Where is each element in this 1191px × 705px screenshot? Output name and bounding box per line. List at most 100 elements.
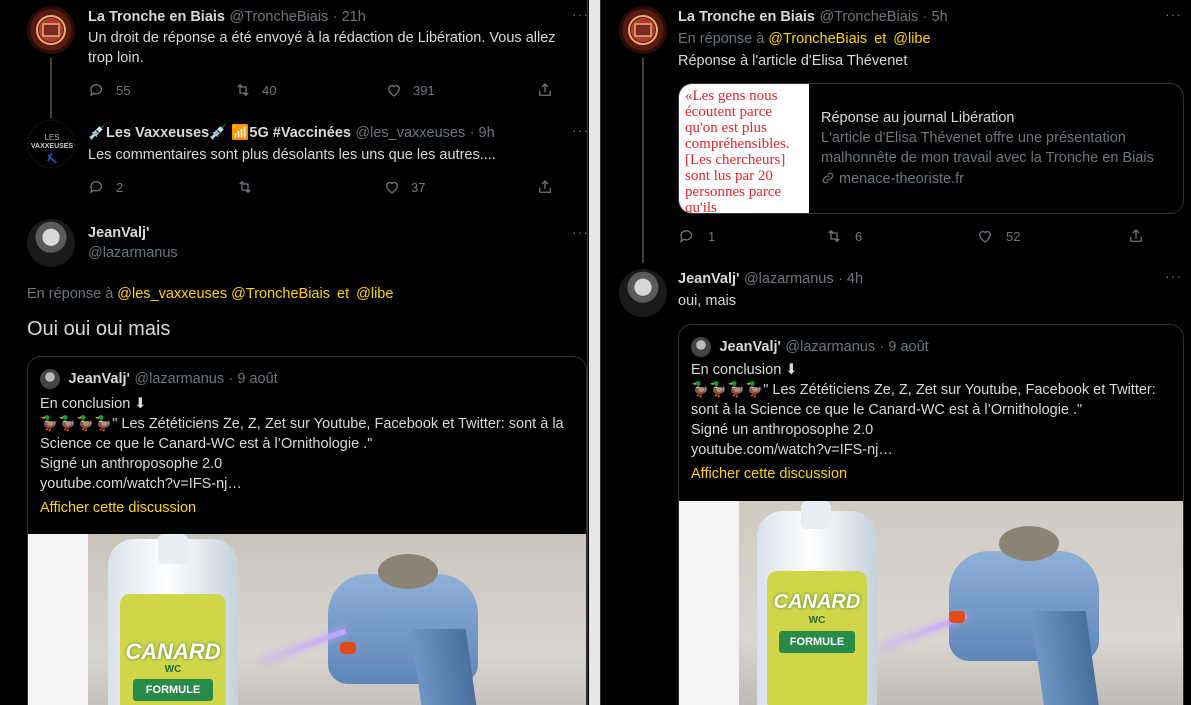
reply-count: 55 [116,82,131,98]
tweet-header: La Tronche en Biais @TroncheBiais · 5h [678,8,948,26]
retweet-icon [828,229,840,243]
quote-line-1: En conclusion ⬇ [40,396,147,412]
avatar-tronche-en-biais[interactable] [619,6,667,54]
reply-icon [89,84,103,97]
handle[interactable]: @TroncheBiais [229,9,328,25]
quote-display-name: JeanValj' [719,339,781,355]
tweet-text: Les commentaires sont plus désolants les… [88,147,496,163]
handle[interactable]: @TroncheBiais [819,9,918,25]
formula-label: FORMULE [133,679,213,701]
quote-video-thumbnail[interactable]: CANARD WC FORMULE [679,501,1183,705]
quote-handle: @lazarmanus [134,371,225,387]
mention-libe[interactable]: @libe [893,31,930,47]
link-card[interactable]: «Les gens nous écoutent parce qu'on est … [678,83,1184,214]
share-button[interactable] [536,178,554,196]
retweet-count: 6 [855,228,863,244]
tweet-text: oui, mais [678,293,737,309]
quote-video-thumbnail[interactable]: CANARD WC FORMULE [28,534,586,705]
timestamp[interactable]: · 5h [923,9,948,25]
reply-button[interactable]: 55 [88,81,218,99]
display-name[interactable]: La Tronche en Biais [88,9,225,25]
tweet-header: La Tronche en Biais @TroncheBiais · 21h [88,8,366,26]
tronche-logo-icon [628,15,658,45]
handle[interactable]: @lazarmanus [88,245,178,261]
timestamp[interactable]: · 4h [838,271,863,287]
more-options-icon[interactable]: ··· [1165,268,1182,284]
syringe-logo-icon [47,152,57,164]
reply-button[interactable]: 1 [678,227,809,245]
retweet-button[interactable]: 40 [234,81,369,99]
show-thread-link[interactable]: Afficher cette discussion [40,498,580,518]
card-description: L'article d'Elisa Thévenet offre une pré… [821,130,1154,166]
reply-button[interactable]: 2 [88,178,220,196]
reply-context: En réponse à @les_vaxxeuses @TroncheBiai… [27,286,393,302]
like-button[interactable]: 37 [383,178,520,196]
reply-icon [679,230,693,243]
like-button[interactable]: 52 [976,227,1111,245]
quoted-tweet[interactable]: JeanValj' @lazarmanus · 9 août En conclu… [27,356,587,705]
quote-line-2: 🦆🦆🦆🦆" Les Zététiciens Ze, Z, Zet sur You… [691,382,1156,418]
quote-line-3: Signé un anthroposophe 2.0 [40,456,223,472]
share-button[interactable] [536,81,554,99]
reply-and: et [874,31,887,47]
timestamp[interactable]: · 21h [333,9,366,25]
like-button[interactable]: 391 [385,81,520,99]
avatar-tronche-en-biais[interactable] [27,6,75,54]
more-options-icon[interactable]: ··· [572,6,587,22]
reply-context: En réponse à @TroncheBiais et @libe [678,31,931,47]
link-card-text: Réponse au journal Libération L'article … [821,108,1181,190]
mention-libe[interactable]: @libe [356,286,393,302]
card-domain-row: menace-theoriste.fr [821,168,1181,190]
handle[interactable]: @les_vaxxeuses [355,125,465,141]
quote-header: JeanValj' @lazarmanus · 9 août [691,337,929,357]
display-name[interactable]: JeanValj' [88,225,150,241]
quote-avatar [691,337,711,357]
avatar-les-vaxxeuses[interactable]: LES VAXXEUSES [27,120,75,168]
avatar-jeanvalj[interactable] [619,269,667,317]
mention-tronchebiais[interactable]: @TroncheBiais [231,286,330,302]
thread-line [50,58,52,118]
display-name[interactable]: La Tronche en Biais [678,9,815,25]
display-name[interactable]: JeanValj' [678,271,740,287]
quote-link[interactable]: youtube.com/watch?v=IFS-nj… [691,440,1166,460]
reply-prefix: En réponse à [678,31,765,47]
share-icon [539,180,551,193]
brand-label: CANARD [773,591,861,613]
more-options-icon[interactable]: ··· [572,224,587,240]
retweet-button[interactable]: 6 [825,227,960,245]
panel-divider [589,0,600,705]
mention-les-vaxxeuses[interactable]: @les_vaxxeuses [117,286,227,302]
retweet-icon [239,180,251,194]
more-options-icon[interactable]: ··· [1165,6,1182,22]
handle[interactable]: @lazarmanus [744,271,834,287]
quote-header: JeanValj' @lazarmanus · 9 août [40,369,278,389]
retweet-button[interactable] [236,178,367,196]
left-timeline-panel: La Tronche en Biais @TroncheBiais · 21h … [0,0,588,705]
tweet-actions: 2 37 [88,178,554,196]
quote-line-3: Signé un anthroposophe 2.0 [691,422,874,438]
like-count: 391 [413,82,435,98]
more-options-icon[interactable]: ··· [572,122,587,138]
quote-display-name: JeanValj' [68,371,130,387]
timestamp[interactable]: · 9h [470,125,495,141]
share-button[interactable] [1127,227,1145,245]
quote-link[interactable]: youtube.com/watch?v=IFS-nj… [40,474,580,494]
display-name[interactable]: 💉Les Vaxxeuses💉 📶5G #Vaccinées [88,125,351,141]
quote-timestamp: · 9 août [228,371,278,387]
like-count: 52 [1006,228,1021,244]
like-count: 37 [411,179,426,195]
quoted-tweet[interactable]: JeanValj' @lazarmanus · 9 août En conclu… [678,324,1184,705]
share-icon [539,83,551,96]
mention-tronchebiais[interactable]: @TroncheBiais [768,31,867,47]
tweet-text: Réponse à l'article d'Elisa Thévenet [678,53,908,69]
thread-line [642,58,644,263]
show-thread-link[interactable]: Afficher cette discussion [691,464,1166,484]
quote-text: En conclusion ⬇ 🦆🦆🦆🦆" Les Zététiciens Ze… [691,360,1166,484]
avatar-jeanvalj[interactable] [27,219,75,267]
quote-line-2: 🦆🦆🦆🦆" Les Zététiciens Ze, Z, Zet sur You… [40,416,564,452]
tweet-actions: 1 6 52 [678,227,1145,245]
link-card-image: «Les gens nous écoutent parce qu'on est … [679,84,809,213]
quote-timestamp: · 9 août [879,339,929,355]
reply-icon [89,181,103,194]
formula-label: FORMULE [779,631,855,653]
